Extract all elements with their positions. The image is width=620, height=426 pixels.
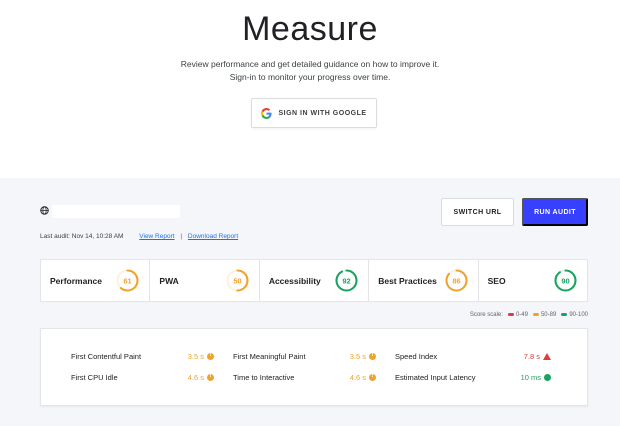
metric-value: 3.5 s (188, 352, 214, 361)
pass-swatch-icon (561, 312, 568, 316)
score-value: 86 (452, 276, 460, 285)
metric-time-to-interactive: Time to Interactive 4.6 s (233, 373, 376, 382)
metric-value: 10 ms (521, 373, 551, 382)
score-scale-label: Score scale: (469, 312, 503, 318)
score-gauge: 90 (554, 269, 577, 292)
score-summary: Performance 61 PWA 50 Accessibility 92 B… (40, 259, 588, 302)
metric-label: First Meaningful Paint (233, 352, 306, 361)
score-label: Accessibility (268, 275, 321, 286)
metric-value: 3.5 s (350, 352, 376, 361)
metric-label: First CPU Idle (71, 373, 118, 382)
metric-label: Estimated Input Latency (395, 373, 476, 382)
fail-swatch-icon (507, 312, 514, 316)
fail-status-icon (543, 353, 551, 360)
hero-section: Measure Review performance and get detai… (0, 0, 620, 178)
metric-value-text: 3.5 s (187, 352, 204, 361)
metric-label: First Contentful Paint (71, 352, 142, 361)
metric-value-text: 4.6 s (349, 373, 366, 382)
sign-in-with-google-button[interactable]: SIGN IN WITH GOOGLE (251, 98, 377, 128)
metric-value-text: 10 ms (520, 373, 541, 382)
link-separator: | (180, 233, 183, 240)
average-status-icon (207, 373, 214, 381)
hero-subtitle-line-1: Review performance and get detailed guid… (180, 59, 440, 69)
last-audit-timestamp: Last audit: Nov 14, 10:28 AM (40, 233, 124, 240)
url-input[interactable] (52, 205, 180, 218)
hero-subtitle: Review performance and get detailed guid… (0, 58, 620, 84)
metrics-card: First Contentful Paint 3.5 s First Meani… (40, 328, 588, 406)
average-status-icon (369, 352, 376, 360)
scale-pass: 90-100 (561, 312, 588, 318)
metric-value-text: 3.5 s (349, 352, 366, 361)
google-g-icon (261, 107, 273, 119)
metric-value-text: 7.8 s (523, 352, 540, 361)
score-label: Performance (50, 275, 102, 286)
score-card-pwa[interactable]: PWA 50 (150, 260, 260, 301)
score-gauge: 86 (445, 269, 468, 292)
sign-in-label: SIGN IN WITH GOOGLE (278, 109, 367, 117)
switch-url-button[interactable]: SWITCH URL (441, 198, 514, 226)
metric-value: 7.8 s (524, 352, 551, 361)
metric-value-text: 4.6 s (187, 373, 204, 382)
scale-fail-range: 0-49 (515, 312, 528, 318)
score-gauge: 50 (226, 269, 249, 292)
metric-first-contentful-paint: First Contentful Paint 3.5 s (71, 352, 214, 361)
pass-status-icon (544, 374, 551, 381)
score-value: 92 (343, 276, 351, 285)
metric-value: 4.6 s (188, 373, 214, 382)
scale-average: 50-89 (532, 312, 557, 318)
score-label: SEO (487, 275, 506, 286)
metric-first-cpu-idle: First CPU Idle 4.6 s (71, 373, 214, 382)
score-label: Best Practices (378, 275, 437, 286)
hero-subtitle-line-2: Sign-in to monitor your progress over ti… (229, 72, 391, 82)
score-value: 50 (233, 276, 241, 285)
metric-value: 4.6 s (350, 373, 376, 382)
metric-label: Time to Interactive (233, 373, 295, 382)
score-value: 61 (124, 276, 132, 285)
average-status-icon (207, 352, 214, 360)
scale-average-range: 50-89 (540, 312, 557, 318)
metric-label: Speed Index (395, 352, 438, 361)
score-gauge: 92 (335, 269, 358, 292)
score-card-best-practices[interactable]: Best Practices 86 (369, 260, 479, 301)
last-audit-info: Last audit: Nov 14, 10:28 AM View Report… (40, 233, 238, 240)
score-card-seo[interactable]: SEO 90 (479, 260, 587, 301)
scale-fail: 0-49 (507, 312, 528, 318)
scale-pass-range: 90-100 (569, 312, 588, 318)
metric-speed-index: Speed Index 7.8 s (395, 352, 551, 361)
average-status-icon (369, 373, 376, 381)
score-card-performance[interactable]: Performance 61 (41, 260, 151, 301)
score-value: 90 (561, 276, 569, 285)
metric-first-meaningful-paint: First Meaningful Paint 3.5 s (233, 352, 376, 361)
score-gauge: 61 (116, 269, 139, 292)
page-title: Measure (242, 10, 378, 48)
globe-icon (40, 206, 49, 215)
view-report-link[interactable]: View Report (139, 233, 174, 240)
score-card-accessibility[interactable]: Accessibility 92 (260, 260, 370, 301)
run-audit-button[interactable]: RUN AUDIT (522, 198, 588, 226)
score-label: PWA (159, 275, 179, 286)
average-swatch-icon (532, 312, 539, 316)
download-report-link[interactable]: Download Report (188, 233, 238, 240)
score-scale-legend: Score scale: 0-49 50-89 90-100 (470, 312, 588, 318)
metric-estimated-input-latency: Estimated Input Latency 10 ms (395, 373, 551, 382)
